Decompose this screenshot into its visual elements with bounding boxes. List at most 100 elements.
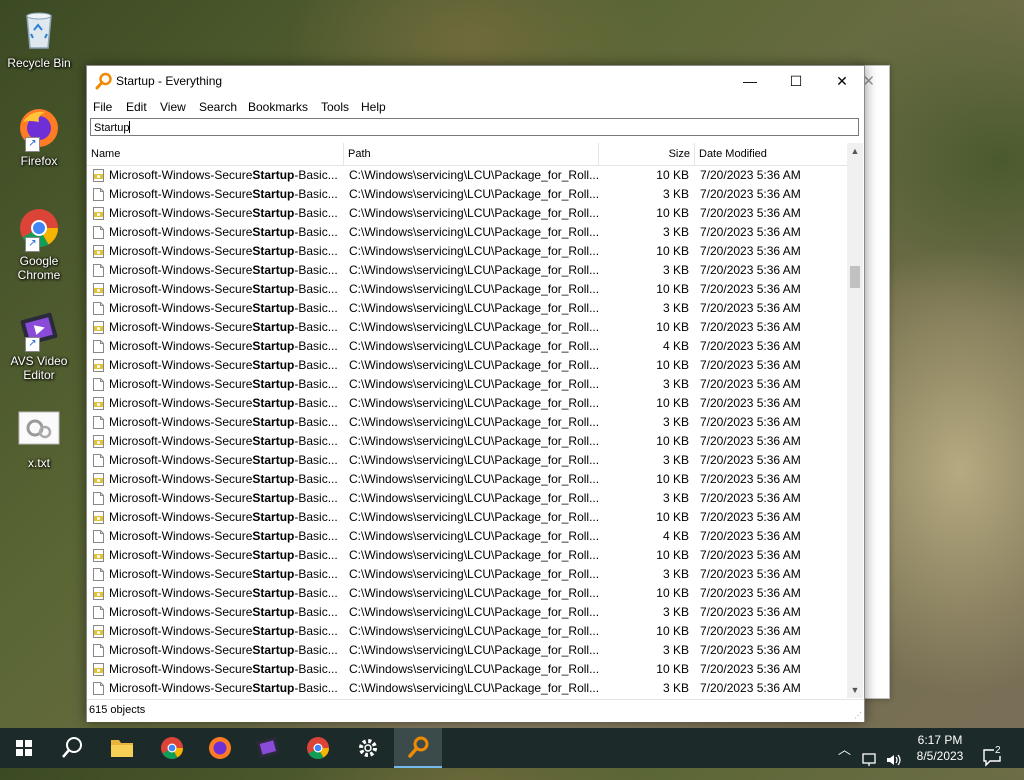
taskbar-firefox[interactable] bbox=[196, 728, 244, 768]
title-bar[interactable]: Startup - Everything — ☐ ✕ bbox=[87, 66, 864, 96]
table-row[interactable]: Microsoft-Windows-SecureStartup-Basic...… bbox=[87, 413, 847, 432]
table-row[interactable]: Microsoft-Windows-SecureStartup-Basic...… bbox=[87, 679, 847, 698]
column-header-path[interactable]: Path bbox=[344, 143, 599, 165]
catalog-file-icon bbox=[93, 321, 104, 334]
file-size: 10 KB bbox=[656, 586, 689, 600]
table-row[interactable]: Microsoft-Windows-SecureStartup-Basic...… bbox=[87, 660, 847, 679]
table-row[interactable]: Microsoft-Windows-SecureStartup-Basic...… bbox=[87, 432, 847, 451]
network-icon[interactable] bbox=[862, 740, 880, 780]
menu-help[interactable]: Help bbox=[361, 100, 386, 114]
file-date-modified: 7/20/2023 5:36 AM bbox=[700, 282, 801, 296]
notification-icon[interactable] bbox=[982, 738, 1004, 778]
table-row[interactable]: Microsoft-Windows-SecureStartup-Basic...… bbox=[87, 318, 847, 337]
taskbar-search-button[interactable] bbox=[48, 728, 96, 768]
catalog-file-icon bbox=[93, 207, 104, 220]
table-row[interactable]: Microsoft-Windows-SecureStartup-Basic...… bbox=[87, 280, 847, 299]
desktop-icon-avs-video-editor[interactable]: ↗ AVS Video Editor bbox=[4, 306, 74, 382]
file-size: 3 KB bbox=[662, 225, 689, 239]
scroll-down-arrow-icon[interactable]: ▼ bbox=[847, 682, 863, 698]
taskbar-chrome[interactable] bbox=[148, 728, 196, 768]
resize-grip-icon[interactable]: ⋰ bbox=[854, 711, 862, 720]
maximize-button[interactable]: ☐ bbox=[773, 66, 819, 96]
status-bar: 615 objects ⋰ bbox=[87, 699, 864, 722]
file-date-modified: 7/20/2023 5:36 AM bbox=[700, 168, 801, 182]
table-row[interactable]: Microsoft-Windows-SecureStartup-Basic...… bbox=[87, 185, 847, 204]
desktop-icon-recycle-bin[interactable]: Recycle Bin bbox=[4, 8, 74, 70]
file-path: C:\Windows\servicing\LCU\Package_for_Rol… bbox=[349, 206, 599, 220]
file-size: 10 KB bbox=[656, 282, 689, 296]
file-name: Microsoft-Windows-SecureStartup-Basic... bbox=[109, 377, 338, 391]
table-row[interactable]: Microsoft-Windows-SecureStartup-Basic...… bbox=[87, 489, 847, 508]
desktop-icon-x-txt[interactable]: x.txt bbox=[4, 408, 74, 470]
start-button[interactable] bbox=[0, 728, 48, 768]
table-row[interactable]: Microsoft-Windows-SecureStartup-Basic...… bbox=[87, 223, 847, 242]
column-header-name[interactable]: Name bbox=[87, 143, 344, 165]
file-size: 4 KB bbox=[662, 339, 689, 353]
table-row[interactable]: Microsoft-Windows-SecureStartup-Basic...… bbox=[87, 242, 847, 261]
table-row[interactable]: Microsoft-Windows-SecureStartup-Basic...… bbox=[87, 166, 847, 185]
taskbar-everything[interactable] bbox=[394, 728, 442, 768]
table-row[interactable]: Microsoft-Windows-SecureStartup-Basic...… bbox=[87, 451, 847, 470]
search-input[interactable]: Startup bbox=[90, 118, 859, 136]
table-row[interactable]: Microsoft-Windows-SecureStartup-Basic...… bbox=[87, 356, 847, 375]
firefox-icon: ↗ bbox=[17, 106, 61, 152]
match-highlight: Startup bbox=[252, 244, 295, 258]
everything-window[interactable]: Startup - Everything — ☐ ✕ File Edit Vie… bbox=[86, 65, 865, 722]
text-file-icon bbox=[17, 408, 61, 452]
close-button[interactable]: ✕ bbox=[819, 66, 865, 96]
table-row[interactable]: Microsoft-Windows-SecureStartup-Basic...… bbox=[87, 603, 847, 622]
file-name: Microsoft-Windows-SecureStartup-Basic... bbox=[109, 586, 338, 600]
taskbar-settings[interactable] bbox=[344, 728, 392, 768]
file-date-modified: 7/20/2023 5:36 AM bbox=[700, 301, 801, 315]
table-row[interactable]: Microsoft-Windows-SecureStartup-Basic...… bbox=[87, 394, 847, 413]
menu-view[interactable]: View bbox=[160, 100, 186, 114]
scroll-up-arrow-icon[interactable]: ▲ bbox=[847, 143, 863, 159]
file-date-modified: 7/20/2023 5:36 AM bbox=[700, 206, 801, 220]
table-row[interactable]: Microsoft-Windows-SecureStartup-Basic...… bbox=[87, 337, 847, 356]
column-header-size[interactable]: Size bbox=[599, 143, 695, 165]
file-list[interactable]: Microsoft-Windows-SecureStartup-Basic...… bbox=[87, 166, 847, 698]
menu-file[interactable]: File bbox=[93, 100, 112, 114]
table-row[interactable]: Microsoft-Windows-SecureStartup-Basic...… bbox=[87, 375, 847, 394]
menu-edit[interactable]: Edit bbox=[126, 100, 147, 114]
desktop-icon-google-chrome[interactable]: ↗ Google Chrome bbox=[4, 206, 74, 282]
desktop-icon-label: Recycle Bin bbox=[7, 56, 71, 70]
table-row[interactable]: Microsoft-Windows-SecureStartup-Basic...… bbox=[87, 584, 847, 603]
table-row[interactable]: Microsoft-Windows-SecureStartup-Basic...… bbox=[87, 527, 847, 546]
file-date-modified: 7/20/2023 5:36 AM bbox=[700, 320, 801, 334]
clock[interactable]: 6:17 PM 8/5/2023 bbox=[900, 732, 980, 764]
settings-icon bbox=[359, 739, 377, 757]
clock-date: 8/5/2023 bbox=[916, 749, 964, 763]
catalog-file-icon bbox=[93, 663, 104, 676]
menu-tools[interactable]: Tools bbox=[321, 100, 349, 114]
table-row[interactable]: Microsoft-Windows-SecureStartup-Basic...… bbox=[87, 565, 847, 584]
vertical-scrollbar[interactable]: ▲ ▼ bbox=[847, 143, 863, 698]
taskbar-chrome-2[interactable] bbox=[294, 728, 342, 768]
minimize-button[interactable]: — bbox=[727, 66, 773, 96]
table-row[interactable]: Microsoft-Windows-SecureStartup-Basic...… bbox=[87, 641, 847, 660]
file-name: Microsoft-Windows-SecureStartup-Basic... bbox=[109, 529, 338, 543]
file-size: 10 KB bbox=[656, 168, 689, 182]
table-row[interactable]: Microsoft-Windows-SecureStartup-Basic...… bbox=[87, 508, 847, 527]
match-highlight: Startup bbox=[252, 681, 295, 695]
menu-bookmarks[interactable]: Bookmarks bbox=[248, 100, 308, 114]
chevron-up-icon[interactable]: ︿ bbox=[838, 739, 851, 779]
file-date-modified: 7/20/2023 5:36 AM bbox=[700, 225, 801, 239]
scrollbar-thumb[interactable] bbox=[850, 266, 860, 288]
file-size: 3 KB bbox=[662, 301, 689, 315]
search-icon bbox=[62, 737, 82, 758]
table-row[interactable]: Microsoft-Windows-SecureStartup-Basic...… bbox=[87, 299, 847, 318]
table-row[interactable]: Microsoft-Windows-SecureStartup-Basic...… bbox=[87, 546, 847, 565]
match-highlight: Startup bbox=[252, 187, 295, 201]
table-row[interactable]: Microsoft-Windows-SecureStartup-Basic...… bbox=[87, 622, 847, 641]
table-row[interactable]: Microsoft-Windows-SecureStartup-Basic...… bbox=[87, 204, 847, 223]
taskbar-avs-video[interactable] bbox=[244, 728, 292, 768]
table-row[interactable]: Microsoft-Windows-SecureStartup-Basic...… bbox=[87, 470, 847, 489]
taskbar-file-explorer[interactable] bbox=[98, 728, 146, 768]
desktop-icon-firefox[interactable]: ↗ Firefox bbox=[4, 106, 74, 168]
column-header-date-modified[interactable]: Date Modified bbox=[695, 143, 847, 165]
file-size: 3 KB bbox=[662, 643, 689, 657]
menu-search[interactable]: Search bbox=[199, 100, 237, 114]
table-row[interactable]: Microsoft-Windows-SecureStartup-Basic...… bbox=[87, 261, 847, 280]
catalog-file-icon bbox=[93, 511, 104, 524]
